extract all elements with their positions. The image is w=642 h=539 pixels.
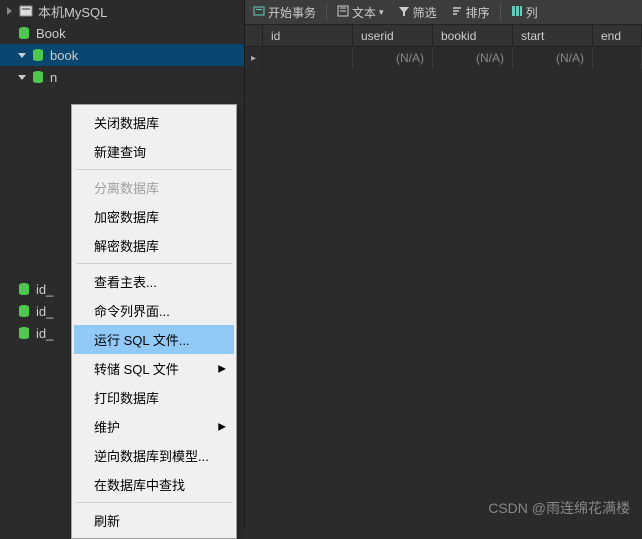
tree-label: id_ — [36, 282, 53, 297]
menu-view-main-table[interactable]: 查看主表... — [74, 267, 234, 296]
database-icon — [30, 47, 46, 63]
columns-icon — [511, 5, 523, 20]
table-row[interactable]: ▸ (N/A) (N/A) (N/A) — [245, 47, 642, 69]
row-marker-header — [245, 25, 263, 46]
tree-label: Book — [36, 26, 66, 41]
cell[interactable]: (N/A) — [433, 47, 513, 69]
context-menu: 关闭数据库 新建查询 分离数据库 加密数据库 解密数据库 查看主表... 命令列… — [71, 104, 237, 539]
main-panel: 开始事务 文本 ▾ 筛选 排序 列 id userid bookid start… — [245, 0, 642, 528]
toolbar-label: 排序 — [466, 4, 490, 21]
tree-item-db[interactable]: Book — [0, 22, 244, 44]
tree-item-connection[interactable]: 本机MySQL — [0, 0, 244, 22]
menu-new-query[interactable]: 新建查询 — [74, 137, 234, 166]
toolbar-separator — [500, 4, 501, 20]
database-icon — [16, 303, 32, 319]
cell[interactable]: (N/A) — [353, 47, 433, 69]
toolbar-separator — [326, 4, 327, 20]
menu-reverse-to-model[interactable]: 逆向数据库到模型... — [74, 441, 234, 470]
submenu-arrow-icon: ▶ — [218, 421, 226, 432]
tree-label: book — [50, 48, 78, 63]
menu-find-in-database[interactable]: 在数据库中查找 — [74, 470, 234, 499]
sort-button[interactable]: 排序 — [447, 4, 494, 21]
expand-icon[interactable] — [16, 49, 28, 61]
database-icon — [16, 25, 32, 41]
column-header-id[interactable]: id — [263, 25, 353, 46]
menu-separator — [76, 169, 232, 170]
sort-icon — [451, 5, 463, 20]
text-icon — [337, 5, 349, 20]
tree-label: id_ — [36, 304, 53, 319]
database-icon — [16, 325, 32, 341]
chevron-down-icon: ▾ — [379, 7, 384, 18]
menu-label: 维护 — [94, 420, 120, 435]
menu-encrypt-database[interactable]: 加密数据库 — [74, 202, 234, 231]
menu-detach-database: 分离数据库 — [74, 173, 234, 202]
menu-decrypt-database[interactable]: 解密数据库 — [74, 231, 234, 260]
watermark: CSDN @雨连绵花满楼 — [488, 498, 630, 518]
columns-button[interactable]: 列 — [507, 4, 542, 21]
expand-icon[interactable] — [4, 5, 16, 17]
column-header-userid[interactable]: userid — [353, 25, 433, 46]
toolbar-label: 列 — [526, 4, 538, 21]
begin-transaction-button[interactable]: 开始事务 — [249, 4, 320, 21]
menu-dump-sql-file[interactable]: 转储 SQL 文件 ▶ — [74, 354, 234, 383]
database-icon — [16, 281, 32, 297]
toolbar-label: 开始事务 — [268, 4, 316, 21]
column-header-end[interactable]: end — [593, 25, 642, 46]
menu-command-interface[interactable]: 命令列界面... — [74, 296, 234, 325]
menu-run-sql-file[interactable]: 运行 SQL 文件... — [74, 325, 234, 354]
table-header: id userid bookid start end — [245, 25, 642, 47]
menu-label: 转储 SQL 文件 — [94, 362, 179, 377]
tree-item-db-selected[interactable]: book — [0, 44, 244, 66]
menu-refresh[interactable]: 刷新 — [74, 506, 234, 535]
row-marker: ▸ — [245, 47, 263, 69]
menu-close-database[interactable]: 关闭数据库 — [74, 108, 234, 137]
tree-item-db[interactable]: n — [0, 66, 244, 88]
submenu-arrow-icon: ▶ — [218, 363, 226, 374]
toolbar-label: 筛选 — [413, 4, 437, 21]
column-header-bookid[interactable]: bookid — [433, 25, 513, 46]
expand-icon[interactable] — [16, 71, 28, 83]
tree-label: id_ — [36, 326, 53, 341]
connection-icon — [18, 3, 34, 19]
database-icon — [30, 69, 46, 85]
menu-print-database[interactable]: 打印数据库 — [74, 383, 234, 412]
toolbar-label: 文本 — [352, 4, 376, 21]
filter-button[interactable]: 筛选 — [394, 4, 441, 21]
column-header-start[interactable]: start — [513, 25, 593, 46]
cell[interactable] — [263, 47, 353, 69]
menu-separator — [76, 263, 232, 264]
menu-maintain[interactable]: 维护 ▶ — [74, 412, 234, 441]
filter-icon — [398, 5, 410, 20]
cell[interactable] — [593, 47, 642, 69]
tree-label: 本机MySQL — [38, 2, 107, 21]
cell[interactable]: (N/A) — [513, 47, 593, 69]
text-button[interactable]: 文本 ▾ — [333, 4, 388, 21]
tree-label: n — [50, 70, 57, 85]
toolbar: 开始事务 文本 ▾ 筛选 排序 列 — [245, 0, 642, 25]
play-icon — [253, 5, 265, 20]
menu-separator — [76, 502, 232, 503]
